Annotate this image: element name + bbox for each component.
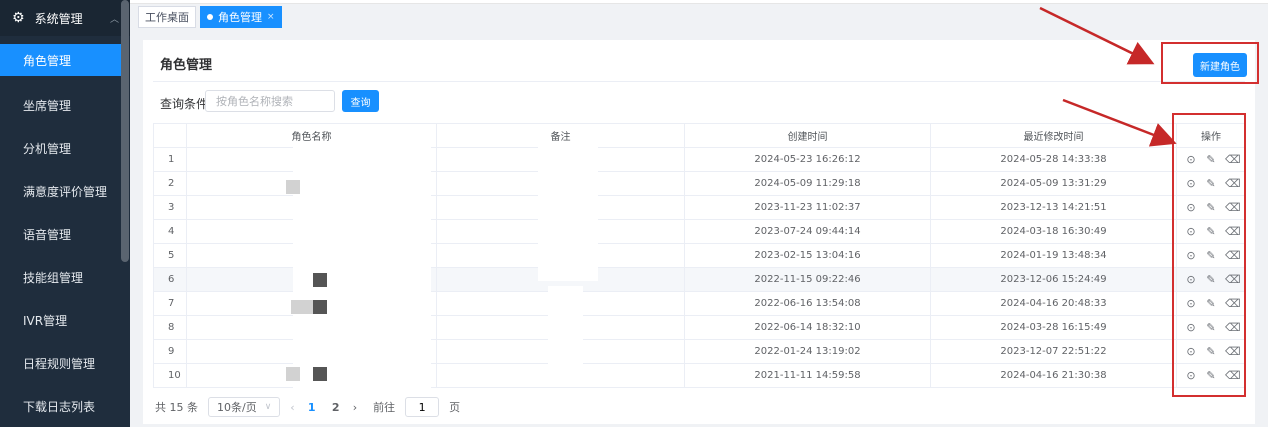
cell-created: 2022-06-14 18:32:10 [684,315,931,340]
tab-bar: 工作桌面 角色管理 × [138,6,282,30]
top-bar [130,0,1268,4]
page-number[interactable]: 2 [329,401,343,414]
column-header: 创建时间 [684,123,931,148]
redaction-block [313,300,327,314]
chevron-up-icon: ︿ [110,15,120,25]
gear-icon: ⚙ [12,10,25,26]
total-count: 共 15 条 [155,401,198,414]
redaction-block [313,273,327,287]
cell-idx: 9 [153,339,187,364]
annotation-box-new-button [1161,42,1259,84]
cell-created: 2023-02-15 13:04:16 [684,243,931,268]
sidebar-header-label: 系统管理 [34,11,83,26]
pagination: 共 15 条 10条/页 ∨ ‹ 1 2 › 前往 页 [155,397,460,417]
cell-modified: 2024-03-18 16:30:49 [930,219,1177,244]
sidebar-item[interactable]: 技能组管理 [0,256,122,299]
tab-workspace[interactable]: 工作桌面 [138,6,196,28]
search-input[interactable] [205,90,335,112]
main-card: 角色管理 新建角色 查询条件 查询 角色名称 备注 创建时间 最近修改时间 操作… [143,40,1255,424]
cell-created: 2024-05-23 16:26:12 [684,147,931,172]
divider [153,81,1245,82]
redaction-mask [538,147,598,281]
sidebar-item[interactable]: 满意度评价管理 [0,170,122,213]
goto-label: 前往 [373,401,396,414]
tab-label: 角色管理 [218,11,262,24]
cell-idx: 4 [153,219,187,244]
cell-idx: 8 [153,315,187,340]
redaction-block [286,367,300,381]
page-number[interactable]: 1 [305,401,319,414]
sidebar-item[interactable]: 坐席管理 [0,84,122,127]
tab-label: 工作桌面 [145,11,189,24]
close-icon[interactable]: × [267,12,275,22]
sidebar-item-label: 下载日志列表 [23,400,96,414]
page-title: 角色管理 [160,58,213,73]
active-dot-icon [207,14,213,20]
sidebar-item[interactable]: 分机管理 [0,127,122,170]
sidebar-item[interactable]: 日程规则管理 [0,342,122,385]
sidebar-item-label: IVR管理 [23,314,68,328]
cell-created: 2023-11-23 11:02:37 [684,195,931,220]
sidebar-item-label: 坐席管理 [23,99,72,113]
cell-idx: 7 [153,291,187,316]
cell-modified: 2024-05-09 13:31:29 [930,171,1177,196]
sidebar-item[interactable]: 角色管理 [0,44,122,76]
page-suffix: 页 [449,401,461,414]
cell-idx: 2 [153,171,187,196]
cell-modified: 2024-01-19 13:48:34 [930,243,1177,268]
sidebar-item[interactable]: 语音管理 [0,213,122,256]
cell-idx: 3 [153,195,187,220]
redaction-block [291,300,313,314]
chevron-down-icon: ∨ [264,402,272,412]
cell-created: 2021-11-11 14:59:58 [684,363,931,388]
redaction-mask [548,286,583,386]
table-header-row: 角色名称 备注 创建时间 最近修改时间 操作 [153,123,1246,148]
column-header: 最近修改时间 [930,123,1177,148]
prev-page-icon[interactable]: ‹ [290,401,294,414]
cell-modified: 2024-05-28 14:33:38 [930,147,1177,172]
cell-idx: 5 [153,243,187,268]
redaction-block [286,180,300,194]
sidebar-scrollbar[interactable] [121,0,129,262]
cell-idx: 6 [153,267,187,292]
page-size-value: 10条/页 [217,401,257,414]
cell-created: 2022-01-24 13:19:02 [684,339,931,364]
column-header: 备注 [436,123,685,148]
cell-modified: 2024-04-16 20:48:33 [930,291,1177,316]
redaction-mask [293,147,431,389]
cell-modified: 2023-12-13 14:21:51 [930,195,1177,220]
cell-created: 2023-07-24 09:44:14 [684,219,931,244]
sidebar-item-label: 语音管理 [23,228,72,242]
query-button[interactable]: 查询 [342,90,379,112]
cell-modified: 2024-03-28 16:15:49 [930,315,1177,340]
sidebar-item[interactable]: 下载日志列表 [0,385,122,427]
page-size-select[interactable]: 10条/页 ∨ [208,397,281,417]
sidebar-item-label: 角色管理 [23,53,72,68]
sidebar-item-label: 技能组管理 [23,271,84,285]
sidebar-item[interactable]: IVR管理 [0,299,122,342]
sidebar-item-label: 分机管理 [23,142,72,156]
cell-created: 2024-05-09 11:29:18 [684,171,931,196]
next-page-icon[interactable]: › [353,401,357,414]
cell-idx: 1 [153,147,187,172]
cell-created: 2022-11-15 09:22:46 [684,267,931,292]
column-header [153,123,187,148]
redaction-block [313,367,327,381]
cell-modified: 2023-12-07 22:51:22 [930,339,1177,364]
sidebar-header[interactable]: ⚙ 系统管理 ︿ [0,0,130,36]
query-label: 查询条件 [160,97,209,111]
annotation-box-operations [1172,113,1246,397]
cell-created: 2022-06-16 13:54:08 [684,291,931,316]
tab-role-management[interactable]: 角色管理 × [200,6,282,28]
goto-page-input[interactable] [405,397,440,417]
cell-idx: 10 [153,363,187,388]
column-header: 角色名称 [186,123,437,148]
cell-modified: 2024-04-16 21:30:38 [930,363,1177,388]
sidebar-item-label: 日程规则管理 [23,357,96,371]
sidebar: ⚙ 系统管理 ︿ 角色管理坐席管理分机管理满意度评价管理 语音管理技能组管理 IVR… [0,0,130,427]
cell-modified: 2023-12-06 15:24:49 [930,267,1177,292]
sidebar-item-label: 满意度评价管理 [23,185,108,199]
